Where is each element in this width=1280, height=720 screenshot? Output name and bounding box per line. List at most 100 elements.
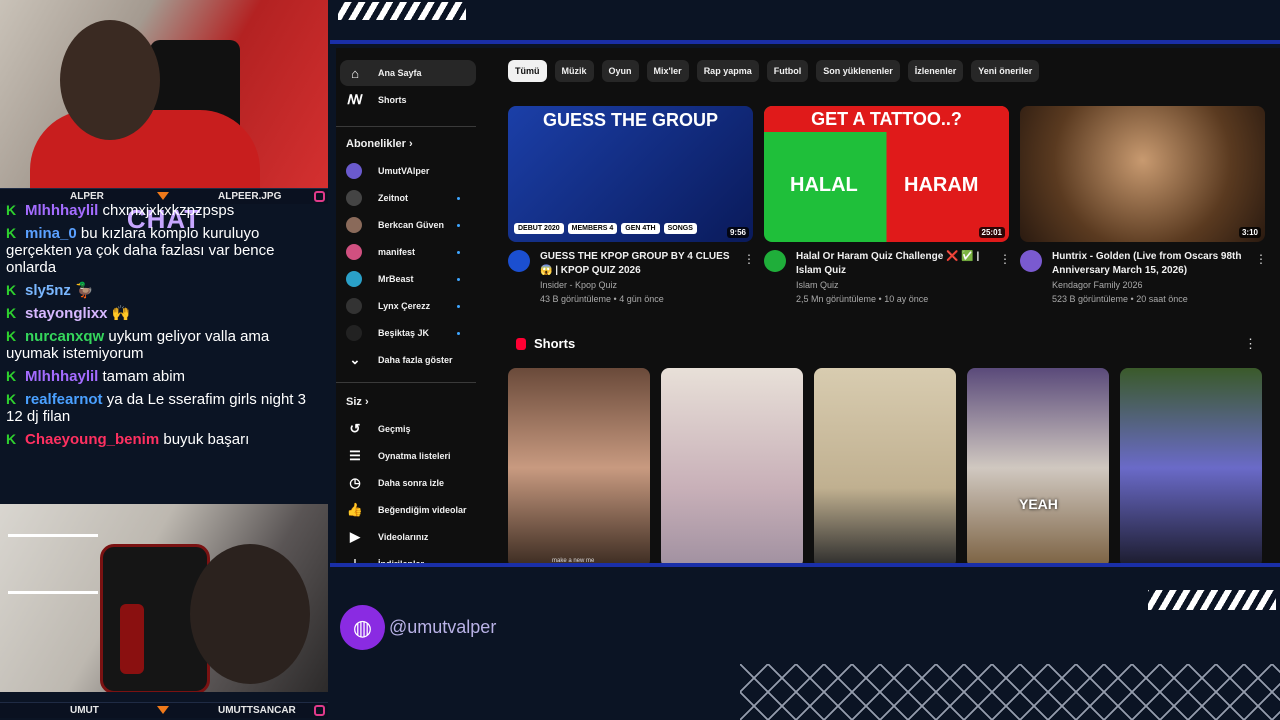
kick-icon: K xyxy=(6,204,17,218)
sidebar-item[interactable]: Zeitnot xyxy=(340,185,476,211)
video-card[interactable]: GUESS THE GROUP DEBUT 2020 MEMBERS 4 GEN 4T… xyxy=(508,106,755,306)
webcam-top-label: ALPER ALPEER.JPG xyxy=(0,188,328,204)
channel-avatar xyxy=(346,244,362,260)
sidebar-item[interactable]: ☰ Oynatma listeleri xyxy=(340,443,476,469)
sidebar-divider xyxy=(336,382,476,383)
chat-username[interactable]: nurcanxqw xyxy=(25,328,104,345)
channel-avatar[interactable] xyxy=(764,250,786,272)
streamer-head xyxy=(60,20,160,140)
you-header[interactable]: Siz › xyxy=(346,396,369,408)
chat-message: K Chaeyoung_benim buyuk başarı xyxy=(6,431,322,448)
sidebar-item[interactable]: Lynx Çerezz xyxy=(340,293,476,319)
video-title[interactable]: Halal Or Haram Quiz Challenge ❌ ✅ | Isla… xyxy=(796,250,996,278)
sidebar-item-label: Oynatma listeleri xyxy=(378,451,451,461)
short-card[interactable]: make a new me xyxy=(508,368,650,566)
chat-username[interactable]: Chaeyoung_benim xyxy=(25,431,159,448)
home-icon: ⌂ xyxy=(351,65,359,81)
filter-chip[interactable]: Yeni öneriler xyxy=(971,60,1040,82)
video-card[interactable]: GET A TATTOO..? HALAL HARAM 25:01 Halal Or H… xyxy=(764,106,1011,306)
filter-chip[interactable]: Futbol xyxy=(766,60,809,82)
chat-username[interactable]: sly5nz xyxy=(25,282,71,299)
sidebar-item[interactable]: 👍 Beğendiğim videolar xyxy=(340,497,476,523)
chat-message: Ksly5nz 🦆 xyxy=(6,282,322,299)
video-title[interactable]: Huntrix - Golden (Live from Oscars 98th … xyxy=(1052,250,1252,278)
filter-chip[interactable]: Oyun xyxy=(601,60,639,82)
chat-message: Kstayonglixx 🙌 xyxy=(6,305,322,322)
video-thumbnail[interactable]: GET A TATTOO..? HALAL HARAM 25:01 xyxy=(764,106,1009,242)
triangle-icon xyxy=(157,706,169,714)
filter-chips: Tümü Müzik Oyun Mix'ler Rap yapma Futbol Son y… xyxy=(508,60,1040,82)
sidebar-item[interactable]: ◷ Daha sonra izle xyxy=(340,470,476,496)
more-icon[interactable]: ⋮ xyxy=(743,252,755,266)
more-icon[interactable]: ⋮ xyxy=(1244,336,1257,352)
chat-username[interactable]: mina_0 xyxy=(25,225,77,242)
filter-chip[interactable]: Son yüklenenler xyxy=(816,60,900,82)
chat-username[interactable]: Mlhhhaylil xyxy=(25,204,98,219)
channel-avatar[interactable] xyxy=(1020,250,1042,272)
kick-icon: K xyxy=(6,282,17,298)
sidebar-item[interactable]: ⌂ Ana Sayfa xyxy=(340,60,476,86)
video-thumbnail[interactable]: 3:10 xyxy=(1020,106,1265,242)
divider xyxy=(330,40,1280,44)
shelf xyxy=(8,534,98,594)
thumb-title: GET A TATTOO..? xyxy=(764,106,1009,132)
sidebar-item[interactable]: MrBeast xyxy=(340,266,476,292)
subscriptions-header[interactable]: Abonelikler › xyxy=(346,138,413,150)
cam-left-label: ALPER xyxy=(70,191,104,202)
webcam-bottom xyxy=(0,504,328,692)
triangle-icon xyxy=(157,192,169,200)
sidebar-item-label: MrBeast xyxy=(378,274,414,284)
sidebar-item[interactable]: ↺ Geçmiş xyxy=(340,416,476,442)
sidebar-item-label: Shorts xyxy=(378,95,407,105)
sidebar-item[interactable]: ▶ Videolarınız xyxy=(340,524,476,550)
shorts-header: Shorts xyxy=(516,336,575,351)
short-card[interactable]: YEAH xyxy=(967,368,1109,566)
sidebar-item-label: Zeitnot xyxy=(378,193,408,203)
chat-username[interactable]: realfearnot xyxy=(25,391,103,408)
short-card[interactable] xyxy=(1120,368,1262,566)
short-card[interactable] xyxy=(814,368,956,566)
sidebar-item[interactable]: ⌄ Daha fazla göster xyxy=(340,347,476,373)
webcam-top xyxy=(0,0,328,188)
sidebar-divider xyxy=(336,126,476,127)
channel-name[interactable]: Kendagor Family 2026 xyxy=(1052,278,1252,292)
filter-chip[interactable]: Müzik xyxy=(554,60,594,82)
sidebar-item[interactable]: Berkcan Güven xyxy=(340,212,476,238)
more-icon[interactable]: ⋮ xyxy=(999,252,1011,266)
chevron-down-icon: ⌄ xyxy=(349,352,361,367)
sidebar-item[interactable]: manifest xyxy=(340,239,476,265)
sidebar-item[interactable]: UmutVAlper xyxy=(340,158,476,184)
new-content-dot xyxy=(457,196,460,200)
history-icon: ↺ xyxy=(349,421,361,436)
sidebar-item-label: Geçmiş xyxy=(378,424,411,434)
globe-icon: ◍ xyxy=(340,605,385,650)
cam-right-label: UMUTTSANCAR xyxy=(218,705,296,716)
video-card[interactable]: 3:10 Huntrix - Golden (Live from Oscars 9… xyxy=(1020,106,1267,306)
youtube-window: ⌂ Ana Sayfa ꟿ Shorts Abonelikler › UmutVAlper… xyxy=(336,48,1280,566)
short-card[interactable] xyxy=(661,368,803,566)
microphone xyxy=(120,604,144,674)
sidebar-item[interactable]: Beşiktaş JK xyxy=(340,320,476,346)
chat-message: K Mlhhhaylil tamam abim xyxy=(6,368,322,385)
new-content-dot xyxy=(457,331,460,335)
clock-icon: ◷ xyxy=(349,475,361,490)
sidebar-item-label: Ana Sayfa xyxy=(378,68,422,78)
channel-avatar[interactable] xyxy=(508,250,530,272)
channel-name[interactable]: Islam Quiz xyxy=(796,278,996,292)
channel-avatar xyxy=(346,271,362,287)
filter-chip[interactable]: Rap yapma xyxy=(696,60,759,82)
filter-chip[interactable]: İzlenenler xyxy=(907,60,964,82)
sidebar-item[interactable]: ꟿ Shorts xyxy=(340,87,476,113)
filter-chip[interactable]: Tümü xyxy=(508,60,547,82)
new-content-dot xyxy=(457,250,460,254)
kick-icon: K xyxy=(6,368,17,384)
channel-avatar xyxy=(346,163,362,179)
sidebar: ⌂ Ana Sayfa ꟿ Shorts Abonelikler › UmutVAlper… xyxy=(336,48,486,566)
video-thumbnail[interactable]: GUESS THE GROUP DEBUT 2020 MEMBERS 4 GEN 4T… xyxy=(508,106,753,242)
chat-username[interactable]: stayonglixx xyxy=(25,305,108,322)
channel-name[interactable]: Insider - Kpop Quiz xyxy=(540,278,740,292)
more-icon[interactable]: ⋮ xyxy=(1255,252,1267,266)
chat-username[interactable]: Mlhhhaylil xyxy=(25,368,98,385)
video-title[interactable]: GUESS THE KPOP GROUP BY 4 CLUES 😱 | KPOP… xyxy=(540,250,740,278)
filter-chip[interactable]: Mix'ler xyxy=(646,60,689,82)
